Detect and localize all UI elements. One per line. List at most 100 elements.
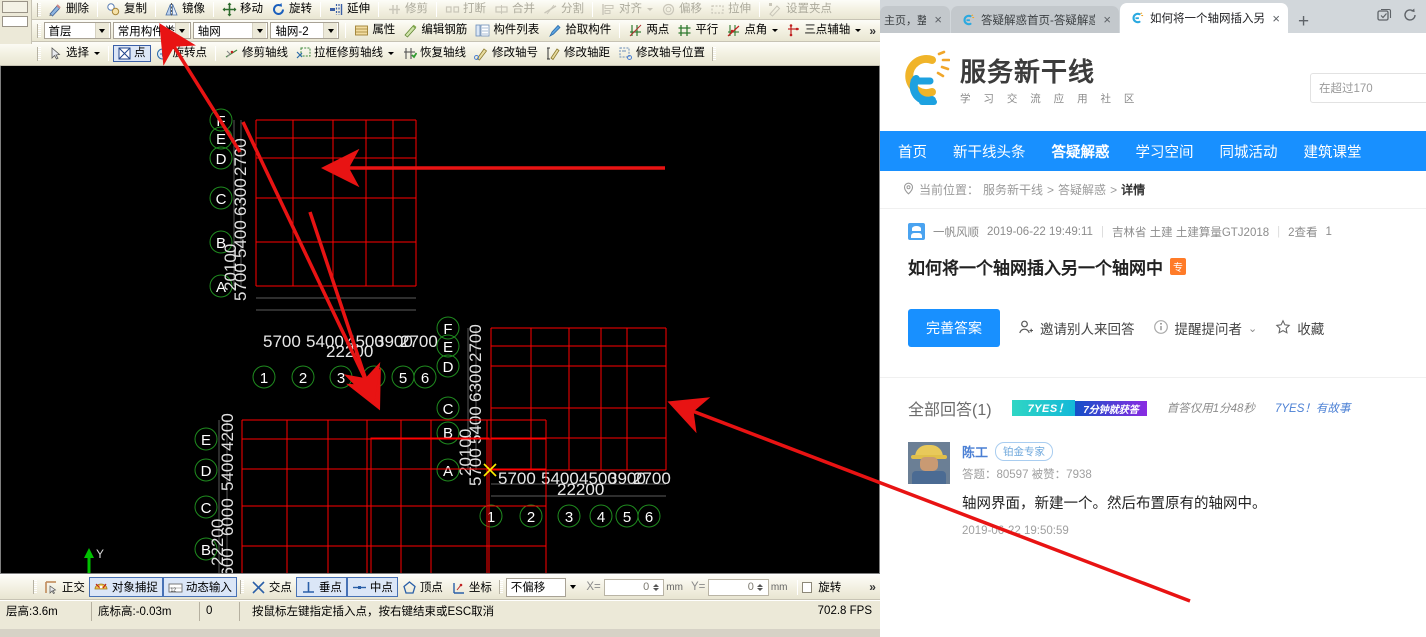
toolbar-button-two-point[interactable]: 两点 <box>624 22 673 39</box>
toolbar-gripper[interactable] <box>33 580 37 594</box>
toggle-object-snap[interactable]: 对象捕捉 <box>88 577 163 597</box>
tool-modify-axis-number[interactable]: 修改轴号 <box>470 45 542 62</box>
status-base-elevation: 底标高:-0.03m <box>92 601 200 621</box>
favorite-button[interactable]: 收藏 <box>1275 318 1324 338</box>
toggle-dynamic-input[interactable]: 12 动态输入 <box>162 577 237 597</box>
tool-modify-axis-spacing[interactable]: 修改轴距 <box>542 45 614 62</box>
snap-vertex[interactable]: 顶点 <box>398 577 447 597</box>
tool-trim-axis[interactable]: 修剪轴线 <box>220 45 292 62</box>
snap-coordinate[interactable]: 坐标 <box>447 577 496 597</box>
toolbar-button-point-angle[interactable]: 点角 <box>722 22 782 39</box>
chevron-down-icon[interactable] <box>855 29 862 32</box>
remind-asker-button[interactable]: 提醒提问者 ⌄ <box>1153 318 1258 338</box>
toolbar-button-pick-component[interactable]: 拾取构件 <box>543 22 615 39</box>
y-spinner[interactable] <box>755 580 766 595</box>
search-input[interactable]: 在超过170 <box>1310 73 1426 103</box>
toolbar-gripper[interactable] <box>37 23 41 38</box>
new-tab-button[interactable]: + <box>1289 12 1318 33</box>
snap-midpoint[interactable]: 中点 <box>346 577 398 597</box>
coordinate-snap-icon <box>451 580 466 595</box>
chevron-down-icon: ⌄ <box>1248 322 1258 335</box>
trim-icon <box>387 2 402 17</box>
x-value: 0 <box>643 581 650 593</box>
breadcrumb-item-1[interactable]: 答疑解惑 <box>1058 181 1106 198</box>
website-content: 服务新干线 学 习 交 流 应 用 社 区 在超过170 首页 新干线头条 答疑… <box>880 33 1426 637</box>
pick-component-icon <box>547 23 562 38</box>
breadcrumb-item-0[interactable]: 服务新干线 <box>983 181 1043 198</box>
nav-item-headlines[interactable]: 新干线头条 <box>953 141 1026 162</box>
seven-yes-story-link[interactable]: 7YES！有故事 <box>1275 400 1350 416</box>
chevron-down-icon[interactable] <box>388 52 394 55</box>
close-icon[interactable]: × <box>1101 12 1111 27</box>
close-icon[interactable]: × <box>932 12 942 27</box>
snapbar-overflow-icon[interactable]: » <box>865 580 880 594</box>
x-spinner[interactable] <box>650 580 661 595</box>
rotate-checkbox[interactable] <box>801 581 813 593</box>
chevron-down-icon[interactable] <box>772 29 779 32</box>
perpendicular-snap-icon <box>301 580 316 595</box>
chevron-down-icon[interactable] <box>174 23 189 38</box>
tool-box-trim-axis[interactable]: 拉框修剪轴线 <box>292 45 398 62</box>
nav-item-courses[interactable]: 建筑课堂 <box>1304 141 1362 162</box>
avatar[interactable] <box>908 442 950 484</box>
y-input[interactable]: 0 <box>708 578 769 596</box>
snap-perpendicular[interactable]: 垂点 <box>295 577 347 597</box>
browser-tab-0[interactable]: 主页，整个 × <box>880 6 950 33</box>
chevron-down-icon[interactable] <box>94 23 109 38</box>
chevron-down-icon[interactable] <box>570 585 577 589</box>
toolbar-gripper[interactable] <box>37 2 41 17</box>
tool-rotate-point[interactable]: 旋转点 <box>151 45 212 62</box>
answer-author[interactable]: 陈工 <box>962 442 988 461</box>
chevron-down-icon[interactable] <box>94 52 100 55</box>
toolbar-button-component-list[interactable]: 构件列表 <box>471 22 543 39</box>
status-message: 按鼠标左键指定插入点，按右键结束或ESC取消 <box>252 606 495 618</box>
tool-select[interactable]: 选择 <box>44 45 104 62</box>
toolbar-button-rotate[interactable]: 旋转 <box>267 1 316 18</box>
question-author[interactable]: 一帆风顺 <box>933 224 979 240</box>
nav-item-qa[interactable]: 答疑解惑 <box>1052 141 1110 162</box>
y-label: Y= <box>690 581 706 593</box>
toolbar-gripper[interactable] <box>37 46 41 61</box>
toolbar-button-mirror[interactable]: 镜像 <box>160 1 209 18</box>
nav-item-study[interactable]: 学习空间 <box>1136 141 1194 162</box>
chevron-down-icon[interactable] <box>252 23 267 38</box>
component-name-selector[interactable]: 轴网-2 <box>270 22 340 39</box>
restore-icon[interactable] <box>1376 7 1392 28</box>
toggle-ortho[interactable]: 正交 <box>40 577 89 597</box>
improve-answer-button[interactable]: 完善答案 <box>908 309 1000 347</box>
floor-selector[interactable]: 首层 <box>43 22 111 39</box>
component-group-selector[interactable]: 常用构件类型 <box>112 22 191 39</box>
invite-answer-button[interactable]: 邀请别人来回答 <box>1018 318 1135 338</box>
component-type-selector[interactable]: 轴网 <box>192 22 269 39</box>
browser-tab-2[interactable]: 如何将一个轴网插入另一 × <box>1120 3 1288 33</box>
toolbar-gripper[interactable] <box>239 580 244 594</box>
refresh-icon[interactable] <box>1402 7 1418 28</box>
toolbar-button-properties[interactable]: 属性 <box>350 22 399 39</box>
toolbar-button-delete[interactable]: 删除 <box>44 1 93 18</box>
toolbar-button-copy[interactable]: 复制 <box>102 1 151 18</box>
toolbar-button-three-point-axis[interactable]: 三点辅轴 <box>782 22 865 39</box>
toolbar-overflow-icon[interactable]: » <box>865 24 880 38</box>
nav-item-home[interactable]: 首页 <box>898 141 927 162</box>
toolbar-button-extend[interactable]: 延伸 <box>325 1 374 18</box>
tool-restore-axis[interactable]: 恢复轴线 <box>398 45 470 62</box>
cad-drawing-canvas[interactable]: FED CBA 123 456 5700 5400 6300 2700 2010… <box>0 66 880 574</box>
nav-item-events[interactable]: 同城活动 <box>1220 141 1278 162</box>
x-input[interactable]: 0 <box>603 578 665 596</box>
toolbar-button-move[interactable]: 移动 <box>218 1 267 18</box>
tool-modify-axis-number-position[interactable]: 修改轴号位置 <box>614 45 709 62</box>
site-logo[interactable]: 服务新干线 学 习 交 流 应 用 社 区 <box>898 48 1139 117</box>
toolbar-button-edit-rebar[interactable]: 编辑钢筋 <box>399 22 471 39</box>
snap-intersection[interactable]: 交点 <box>247 577 296 597</box>
chevron-down-icon[interactable] <box>323 23 338 38</box>
toolbar-gripper[interactable] <box>498 580 503 594</box>
browser-tab-1[interactable]: 答疑解惑首页-答疑解惑- × <box>951 6 1119 33</box>
close-icon[interactable]: × <box>1270 11 1280 26</box>
toolbar-button-split: 分割 <box>539 1 588 18</box>
tool-point[interactable]: 点 <box>113 45 151 62</box>
drawing-svg: FED CBA 123 456 5700 5400 6300 2700 2010… <box>1 66 879 573</box>
offset-mode-selector[interactable]: 不偏移 <box>505 577 567 597</box>
toolbar-button-parallel[interactable]: 平行 <box>673 22 722 39</box>
toolbar-gripper[interactable] <box>712 46 716 61</box>
svg-text:2: 2 <box>527 509 535 526</box>
